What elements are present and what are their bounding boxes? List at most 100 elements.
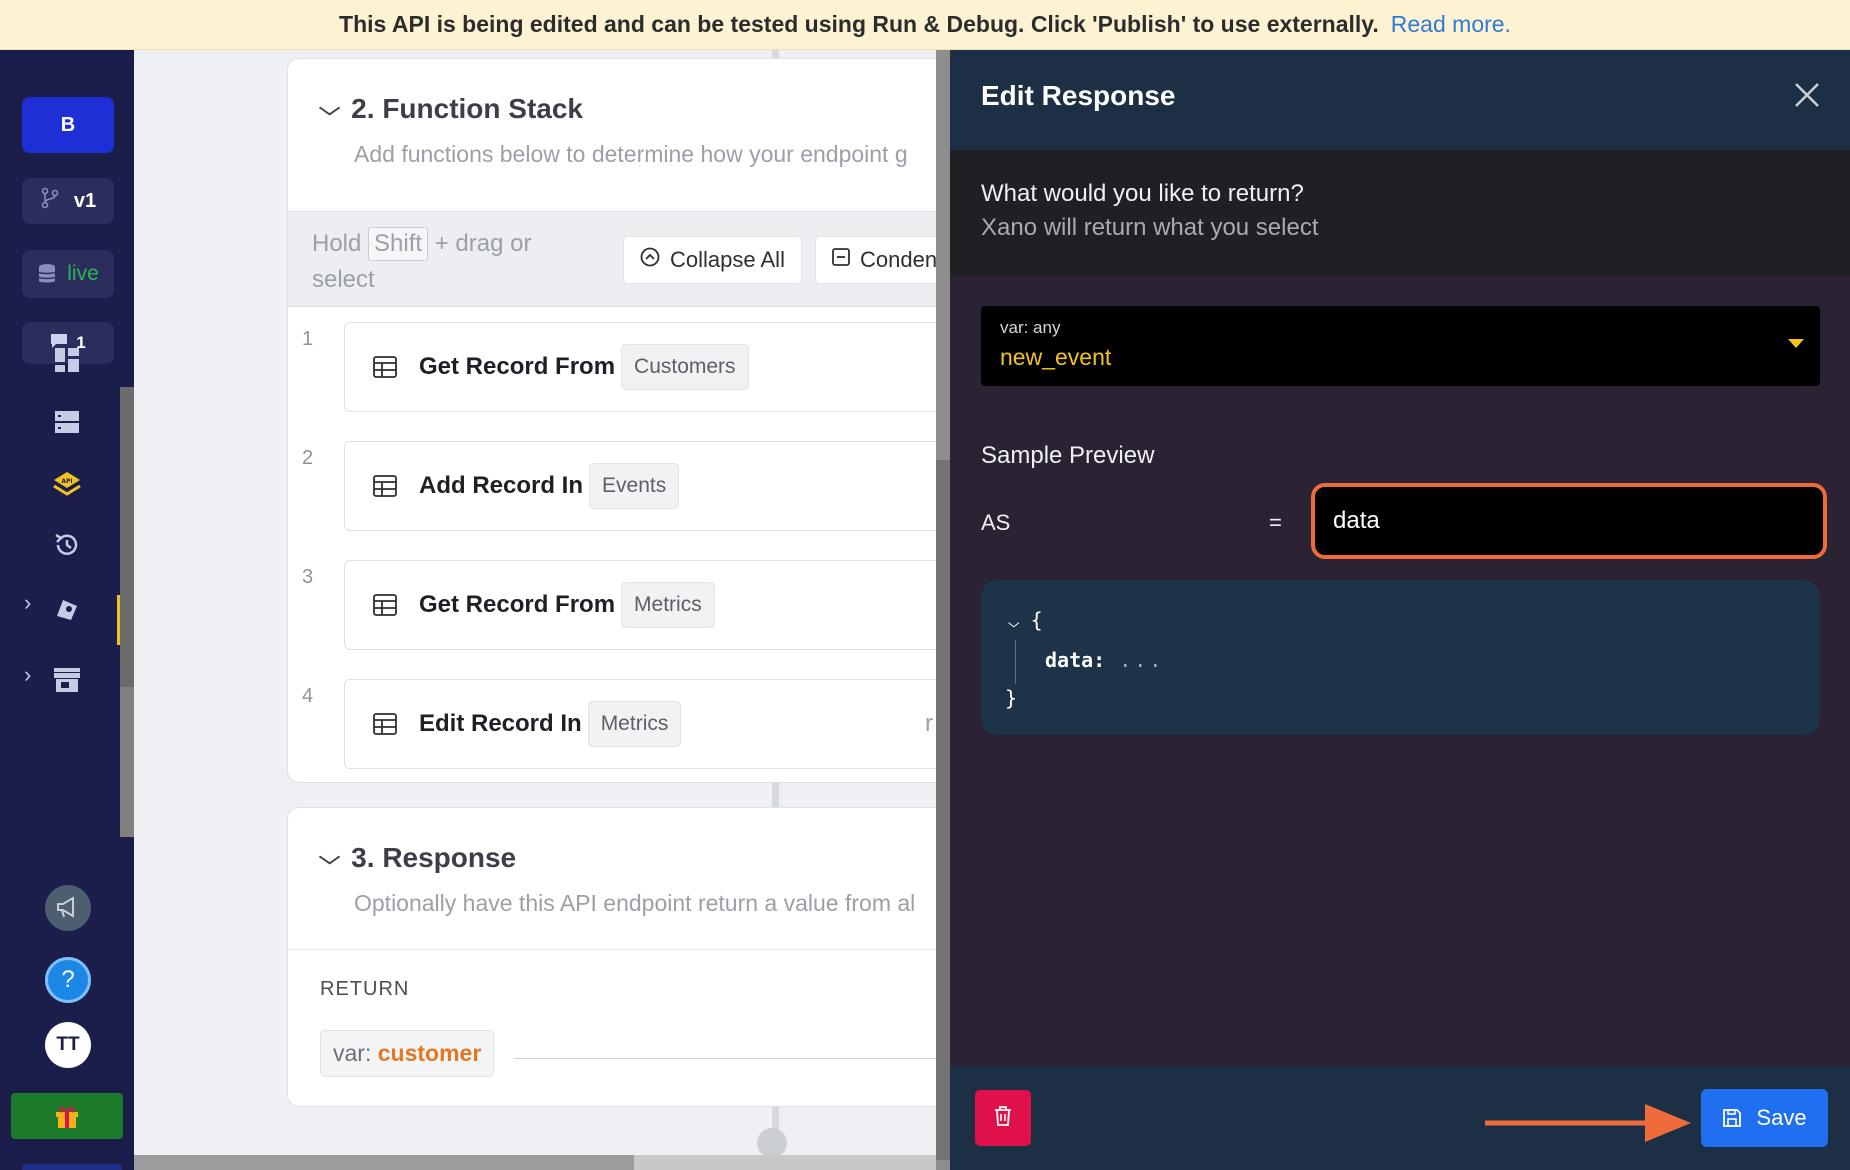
function-name: Edit Record In bbox=[419, 710, 582, 737]
function-card[interactable]: Get Record From Customers bbox=[344, 322, 945, 412]
close-icon[interactable] bbox=[1792, 80, 1822, 115]
function-card[interactable]: Get Record From Metrics bbox=[344, 560, 945, 650]
return-variable-select[interactable]: var: any new_event bbox=[981, 306, 1820, 386]
panel-question-section: What would you like to return? Xano will… bbox=[950, 150, 1850, 275]
function-card[interactable]: Add Record In Events bbox=[344, 441, 945, 531]
section-number: 3. bbox=[351, 842, 375, 873]
trash-icon bbox=[993, 1105, 1013, 1132]
collapse-all-button[interactable]: Collapse All bbox=[623, 236, 802, 284]
main-canvas: ⌵ 2. Function Stack Add functions below … bbox=[134, 50, 945, 1170]
function-row: 1 Get Record From Customers bbox=[288, 308, 945, 427]
function-row: 3 Get Record From Metrics bbox=[288, 546, 945, 665]
section-description: Optionally have this API endpoint return… bbox=[354, 890, 916, 916]
branch-label: v1 bbox=[73, 189, 97, 212]
save-button[interactable]: Save bbox=[1701, 1089, 1828, 1147]
drag-hint: Hold Shift + drag or select bbox=[312, 226, 572, 298]
response-header[interactable]: ⌵ 3. Response bbox=[319, 842, 945, 874]
api-icon[interactable]: API bbox=[47, 465, 87, 505]
function-number: 3 bbox=[302, 566, 314, 588]
user-avatar[interactable]: TT bbox=[45, 1022, 91, 1068]
datasource-label: live bbox=[67, 262, 99, 285]
branch-selector[interactable]: v1 bbox=[22, 178, 114, 224]
select-value: new_event bbox=[1000, 344, 1112, 370]
chevron-right-icon[interactable]: › bbox=[24, 590, 31, 616]
condense-icon bbox=[832, 248, 850, 272]
table-icon bbox=[373, 713, 397, 735]
stack-toolbar: Hold Shift + drag or select Collapse All… bbox=[288, 212, 945, 307]
datasource-selector[interactable]: live bbox=[22, 250, 114, 298]
panel-question: What would you like to return? bbox=[981, 180, 1304, 207]
chevron-right-icon[interactable]: › bbox=[24, 662, 31, 688]
svg-text:API: API bbox=[61, 478, 72, 485]
help-icon[interactable]: ? bbox=[45, 957, 91, 1003]
section-title: Function Stack bbox=[382, 93, 584, 124]
json-preview: ⌵{ data:... } bbox=[981, 580, 1820, 735]
user-initials: TT bbox=[56, 1034, 80, 1055]
select-type: var: any bbox=[1000, 318, 1061, 337]
active-indicator bbox=[117, 595, 120, 645]
collapse-icon bbox=[640, 247, 660, 273]
function-card[interactable]: Edit Record In Metrics r bbox=[344, 679, 945, 769]
section-description: Add functions below to determine how you… bbox=[354, 141, 908, 167]
table-tag[interactable]: Events bbox=[589, 463, 680, 509]
stack-end-knob bbox=[757, 1128, 787, 1158]
equals-sign: = bbox=[1269, 510, 1282, 535]
function-number: 1 bbox=[302, 328, 314, 350]
banner-message: This API is being edited and can be test… bbox=[339, 11, 1379, 37]
function-number: 2 bbox=[302, 447, 314, 469]
arrow-annotation-icon bbox=[1485, 1098, 1695, 1153]
table-tag[interactable]: Metrics bbox=[587, 701, 682, 747]
save-icon bbox=[1722, 1108, 1742, 1128]
function-stack-header[interactable]: ⌵ 2. Function Stack bbox=[319, 93, 945, 125]
table-icon bbox=[373, 594, 397, 616]
function-row: 2 Add Record In Events bbox=[288, 427, 945, 546]
chevron-down-icon[interactable]: ⌵ bbox=[319, 98, 340, 121]
table-icon bbox=[373, 356, 397, 378]
dashboard-icon[interactable] bbox=[47, 340, 87, 380]
save-label: Save bbox=[1756, 1105, 1807, 1130]
section-title: Response bbox=[382, 842, 517, 873]
table-tag[interactable]: Metrics bbox=[621, 582, 715, 628]
sidebar-scrollbar-thumb[interactable] bbox=[120, 387, 134, 687]
addons-icon[interactable] bbox=[47, 588, 87, 628]
chevron-down-icon[interactable]: ⌵ bbox=[1008, 612, 1021, 631]
read-more-link[interactable]: Read more. bbox=[1391, 11, 1511, 38]
function-row: 4 Edit Record In Metrics r bbox=[288, 665, 945, 784]
table-icon bbox=[373, 475, 397, 497]
function-stack-card: ⌵ 2. Function Stack Add functions below … bbox=[287, 58, 945, 783]
horizontal-scrollbar-thumb[interactable] bbox=[134, 1155, 634, 1170]
panel-subtitle: Xano will return what you select bbox=[981, 214, 1319, 241]
json-open-line[interactable]: ⌵{ bbox=[1008, 608, 1043, 632]
delete-button[interactable] bbox=[975, 1090, 1031, 1146]
gift-icon[interactable] bbox=[11, 1093, 123, 1139]
section-number: 2. bbox=[351, 93, 375, 124]
json-key-line: data:... bbox=[1045, 648, 1165, 672]
panel-header: Edit Response bbox=[950, 50, 1850, 150]
history-icon[interactable] bbox=[47, 525, 87, 565]
as-label: AS bbox=[981, 510, 1011, 535]
as-input[interactable]: data bbox=[1311, 483, 1827, 559]
as-input-value: data bbox=[1333, 507, 1380, 534]
panel-scrollbar-thumb[interactable] bbox=[936, 460, 950, 1160]
return-label: RETURN bbox=[320, 978, 410, 1000]
database-icon bbox=[37, 263, 57, 285]
divider bbox=[514, 1058, 945, 1059]
json-close-line: } bbox=[1005, 686, 1018, 710]
table-tag[interactable]: Customers bbox=[621, 344, 749, 390]
database-tables-icon[interactable] bbox=[47, 402, 87, 442]
chevron-down-icon[interactable]: ⌵ bbox=[319, 847, 340, 870]
marketplace-icon[interactable] bbox=[47, 660, 87, 700]
workspace-button[interactable]: B bbox=[22, 97, 114, 153]
function-name: Add Record In bbox=[419, 472, 584, 499]
branch-icon bbox=[40, 187, 60, 215]
function-trail-text: r bbox=[925, 710, 933, 737]
return-variable-chip[interactable]: var: customer bbox=[320, 1030, 495, 1077]
panel-footer: Save bbox=[950, 1066, 1850, 1170]
condense-button[interactable]: Conden bbox=[815, 236, 945, 284]
expand-icon[interactable]: » bbox=[22, 1164, 122, 1170]
workspace-initial: B bbox=[60, 113, 76, 136]
function-number: 4 bbox=[302, 685, 314, 707]
json-indent-guide bbox=[1015, 640, 1016, 684]
left-sidebar: B v1 live 1 API › › ? TT bbox=[0, 50, 134, 1170]
announcement-icon[interactable] bbox=[45, 885, 91, 931]
